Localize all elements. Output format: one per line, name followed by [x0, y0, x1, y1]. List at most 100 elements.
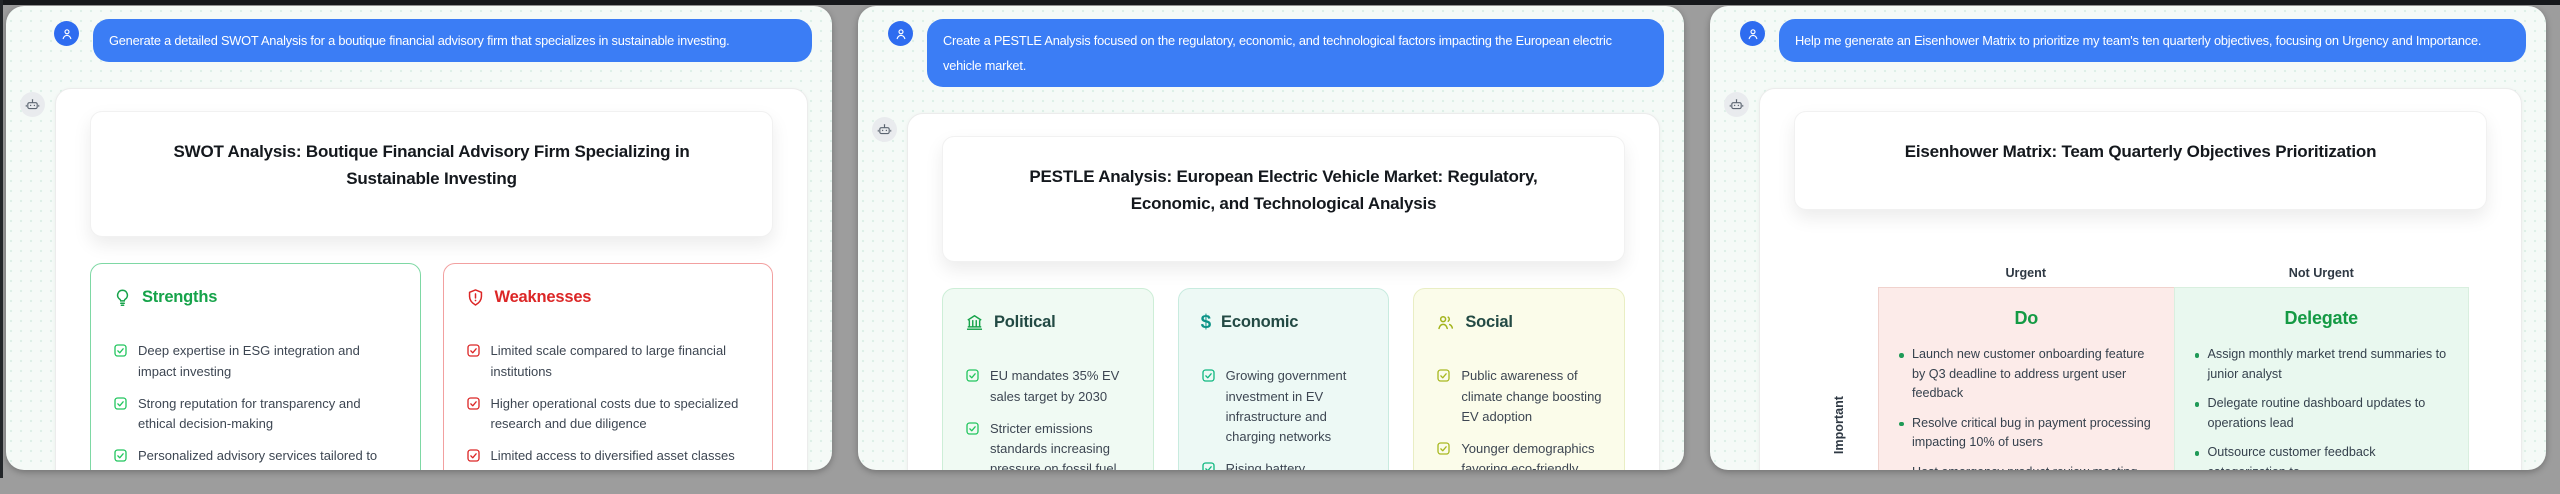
- weaknesses-heading: Weaknesses: [466, 288, 751, 307]
- list-item: Strong reputation for transparency and e…: [113, 394, 398, 434]
- checkbox-icon: [1436, 441, 1451, 456]
- list-item: Outsource customer feedback categorizati…: [2193, 443, 2451, 470]
- matrix-grid: Do Launch new customer onboarding featur…: [1878, 287, 2469, 470]
- item-text: EU mandates 35% EV sales target by 2030: [990, 366, 1131, 406]
- window-top-edge: [0, 0, 2560, 5]
- quadrant-delegate-heading: Delegate: [2193, 308, 2451, 329]
- list-item: Stricter emissions standards increasing …: [965, 419, 1131, 470]
- user-message-row: Generate a detailed SWOT Analysis for a …: [6, 6, 832, 62]
- item-text: Deep expertise in ESG integration and im…: [138, 341, 398, 381]
- checkbox-icon: [466, 396, 481, 411]
- list-item: Launch new customer onboarding feature b…: [1897, 345, 2156, 404]
- weaknesses-box: Weaknesses Limited scale compared to lar…: [443, 263, 774, 470]
- assistant-response-row: SWOT Analysis: Boutique Financial Adviso…: [6, 88, 832, 470]
- checkbox-icon: [113, 343, 128, 358]
- item-text: Public awareness of climate change boost…: [1461, 366, 1602, 426]
- analysis-title-card: SWOT Analysis: Boutique Financial Adviso…: [90, 111, 773, 237]
- swot-columns: Strengths Deep expertise in ESG integrat…: [90, 263, 773, 470]
- quadrant-delegate-list: Assign monthly market trend summaries to…: [2193, 345, 2451, 470]
- checkbox-icon: [113, 448, 128, 463]
- section-label: Strengths: [142, 288, 217, 307]
- social-box: Social Public awareness of climate chang…: [1413, 288, 1625, 470]
- user-avatar: [888, 21, 913, 46]
- section-label: Economic: [1221, 313, 1298, 332]
- section-label: Weaknesses: [495, 288, 592, 307]
- response-card: PESTLE Analysis: European Electric Vehic…: [907, 113, 1660, 470]
- list-item: Limited access to diversified asset clas…: [466, 446, 751, 470]
- list-item: Higher operational costs due to speciali…: [466, 394, 751, 434]
- analysis-title-card: Eisenhower Matrix: Team Quarterly Object…: [1794, 111, 2487, 210]
- response-card: Eisenhower Matrix: Team Quarterly Object…: [1759, 88, 2522, 470]
- list-item: Limited scale compared to large financia…: [466, 341, 751, 381]
- political-box: Political EU mandates 35% EV sales targe…: [942, 288, 1154, 470]
- matrix-row-label-important: Important: [1832, 396, 1846, 454]
- list-item: Delegate routine dashboard updates to op…: [2193, 394, 2451, 433]
- matrix-column-header-urgent: Urgent: [1878, 266, 2174, 280]
- pestle-columns: Political EU mandates 35% EV sales targe…: [942, 288, 1625, 470]
- item-text: Personalized advisory services tailored …: [138, 446, 398, 470]
- analysis-title: SWOT Analysis: Boutique Financial Adviso…: [137, 138, 726, 192]
- list-item: Growing government investment in EV infr…: [1201, 366, 1367, 447]
- robot-icon: [25, 97, 40, 112]
- person-icon: [60, 27, 74, 41]
- list-item: EU mandates 35% EV sales target by 2030: [965, 366, 1131, 406]
- panel-eisenhower[interactable]: Help me generate an Eisenhower Matrix to…: [1710, 6, 2546, 470]
- list-item: Rising battery production: [1201, 459, 1367, 470]
- quadrant-do: Do Launch new customer onboarding featur…: [1878, 287, 2174, 470]
- list-item: Younger demographics favoring eco-friend…: [1436, 439, 1602, 470]
- item-text: Rising battery production: [1226, 459, 1367, 470]
- user-message-bubble: Help me generate an Eisenhower Matrix to…: [1779, 19, 2526, 62]
- analysis-title-card: PESTLE Analysis: European Electric Vehic…: [942, 136, 1625, 262]
- shield-alert-icon: [466, 288, 485, 307]
- eisenhower-matrix: Important Urgent Not Urgent Do Launch ne…: [1794, 266, 2487, 470]
- item-text: Strong reputation for transparency and e…: [138, 394, 398, 434]
- item-text: Stricter emissions standards increasing …: [990, 419, 1131, 470]
- strengths-box: Strengths Deep expertise in ESG integrat…: [90, 263, 421, 470]
- assistant-response-row: Eisenhower Matrix: Team Quarterly Object…: [1710, 88, 2546, 470]
- user-message-bubble: Generate a detailed SWOT Analysis for a …: [93, 19, 812, 62]
- economic-heading: $ Economic: [1201, 313, 1367, 332]
- list-item: Personalized advisory services tailored …: [113, 446, 398, 470]
- political-heading: Political: [965, 313, 1131, 332]
- item-text: Growing government investment in EV infr…: [1226, 366, 1367, 447]
- item-text: Younger demographics favoring eco-friend…: [1461, 439, 1602, 470]
- checkbox-icon: [466, 343, 481, 358]
- economic-box: $ Economic Growing government investment…: [1178, 288, 1390, 470]
- response-card: SWOT Analysis: Boutique Financial Adviso…: [55, 88, 808, 470]
- assistant-avatar: [872, 117, 897, 142]
- checkbox-icon: [965, 368, 980, 383]
- checkbox-icon: [965, 421, 980, 436]
- matrix-column-headers: Urgent Not Urgent: [1878, 266, 2469, 280]
- list-item: Deep expertise in ESG integration and im…: [113, 341, 398, 381]
- list-item: Public awareness of climate change boost…: [1436, 366, 1602, 426]
- user-message-bubble: Create a PESTLE Analysis focused on the …: [927, 19, 1664, 87]
- list-item: Assign monthly market trend summaries to…: [2193, 345, 2451, 384]
- item-text: Higher operational costs due to speciali…: [491, 394, 751, 434]
- checkbox-icon: [1201, 368, 1216, 383]
- list-item: Host emergency product review meeting wi…: [1897, 463, 2156, 470]
- checkbox-icon: [466, 448, 481, 463]
- panel-pestle[interactable]: Create a PESTLE Analysis focused on the …: [858, 6, 1684, 470]
- checkbox-icon: [1201, 461, 1216, 470]
- checkbox-icon: [1436, 368, 1451, 383]
- quadrant-do-list: Launch new customer onboarding feature b…: [1897, 345, 2156, 470]
- quadrant-delegate: Delegate Assign monthly market trend sum…: [2174, 287, 2470, 470]
- analysis-title: PESTLE Analysis: European Electric Vehic…: [989, 163, 1578, 217]
- user-message-row: Help me generate an Eisenhower Matrix to…: [1710, 6, 2546, 62]
- assistant-avatar: [20, 92, 45, 117]
- dollar-icon: $: [1201, 313, 1211, 332]
- window-left-edge: [0, 0, 3, 478]
- user-message-row: Create a PESTLE Analysis focused on the …: [858, 6, 1684, 87]
- list-item: Resolve critical bug in payment processi…: [1897, 414, 2156, 453]
- analysis-title: Eisenhower Matrix: Team Quarterly Object…: [1841, 138, 2440, 165]
- item-text: Limited scale compared to large financia…: [491, 341, 751, 381]
- panel-swot[interactable]: Generate a detailed SWOT Analysis for a …: [6, 6, 832, 470]
- user-avatar: [1740, 21, 1765, 46]
- robot-icon: [877, 122, 892, 137]
- social-heading: Social: [1436, 313, 1602, 332]
- item-text: Limited access to diversified asset clas…: [491, 446, 751, 470]
- section-label: Social: [1465, 313, 1512, 332]
- matrix-column-header-not-urgent: Not Urgent: [2174, 266, 2470, 280]
- robot-icon: [1729, 97, 1744, 112]
- people-icon: [1436, 313, 1455, 332]
